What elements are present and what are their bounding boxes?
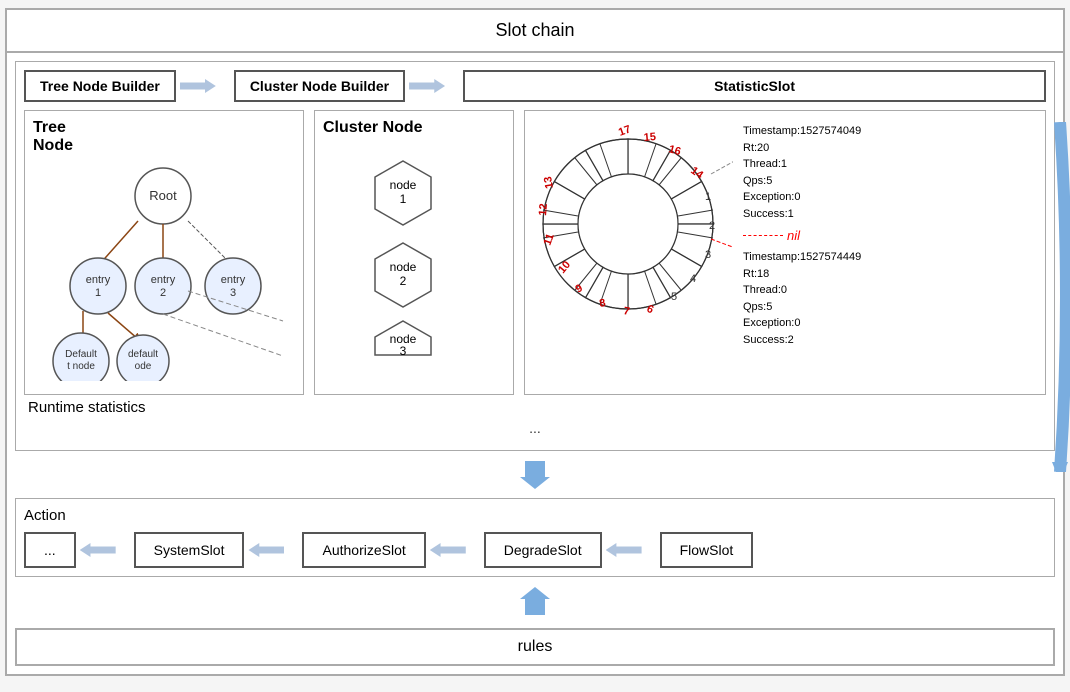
slot-chain-header: Slot chain bbox=[7, 10, 1063, 53]
stat2-success: Success:2 bbox=[743, 332, 861, 349]
svg-text:Root: Root bbox=[149, 188, 177, 203]
svg-text:5: 5 bbox=[671, 291, 677, 303]
stat2-timestamp: Timestamp:1527574449 bbox=[743, 249, 861, 266]
stat2-exception: Exception:0 bbox=[743, 315, 861, 332]
arrow-left-3 bbox=[430, 540, 480, 560]
svg-text:4: 4 bbox=[690, 273, 696, 285]
authorize-slot-box: AuthorizeSlot bbox=[302, 532, 425, 568]
svg-text:ode: ode bbox=[135, 361, 152, 372]
content-panels: TreeNode Root entry 1 bbox=[24, 110, 1046, 395]
svg-text:2: 2 bbox=[709, 220, 715, 232]
stat1-timestamp: Timestamp:1527574049 bbox=[743, 123, 861, 140]
svg-text:3: 3 bbox=[400, 344, 407, 358]
svg-text:node: node bbox=[390, 178, 417, 192]
arrow-right-2 bbox=[409, 76, 459, 96]
tree-node-builder-box: Tree Node Builder bbox=[24, 70, 176, 102]
slot-chain-title: Slot chain bbox=[495, 20, 574, 40]
stat-block-2: Timestamp:1527574449 Rt:18 Thread:0 Qps:… bbox=[743, 249, 861, 348]
up-arrow bbox=[15, 587, 1055, 620]
stat-area: .ring-seg { fill: white; stroke: #333; s… bbox=[533, 119, 1037, 358]
svg-text:3: 3 bbox=[230, 287, 236, 299]
top-section: Tree Node Builder Cluster Node Builder S… bbox=[15, 61, 1055, 451]
svg-text:node: node bbox=[390, 260, 417, 274]
stat1-qps: Qps:5 bbox=[743, 173, 861, 190]
stat-info: Timestamp:1527574049 Rt:20 Thread:1 Qps:… bbox=[743, 119, 861, 358]
svg-text:2: 2 bbox=[400, 274, 407, 288]
stat2-rt: Rt:18 bbox=[743, 266, 861, 283]
svg-text:t node: t node bbox=[67, 361, 95, 372]
outer-container: Slot chain Tree Node Builder Cluster Nod… bbox=[5, 8, 1065, 676]
action-label: Action bbox=[24, 507, 1046, 524]
arrow-left-4 bbox=[606, 540, 656, 560]
arrow-left-2 bbox=[248, 540, 298, 560]
action-boxes-row: ... SystemSlot AuthorizeSlot DegradeSlot… bbox=[24, 532, 1046, 568]
svg-text:entry: entry bbox=[221, 274, 246, 286]
svg-text:7: 7 bbox=[622, 305, 630, 318]
tree-svg: Root entry 1 entry 2 bbox=[33, 161, 293, 381]
main-area: Tree Node Builder Cluster Node Builder S… bbox=[7, 53, 1063, 674]
down-arrow-1 bbox=[15, 461, 1055, 494]
stat-block-1: Timestamp:1527574049 Rt:20 Thread:1 Qps:… bbox=[743, 123, 861, 222]
arrow-right-1 bbox=[180, 76, 230, 96]
svg-text:1: 1 bbox=[705, 191, 711, 203]
svg-text:Default: Default bbox=[65, 349, 97, 360]
rules-label: rules bbox=[518, 638, 553, 655]
rules-footer: rules bbox=[15, 628, 1055, 666]
big-right-arrow bbox=[1046, 122, 1070, 472]
degrade-slot-box: DegradeSlot bbox=[484, 532, 602, 568]
stat1-success: Success:1 bbox=[743, 206, 861, 223]
svg-text:15: 15 bbox=[643, 131, 656, 144]
svg-text:12: 12 bbox=[537, 203, 550, 216]
ellipsis-box: ... bbox=[24, 532, 76, 568]
svg-text:1: 1 bbox=[400, 192, 407, 206]
stat1-thread: Thread:1 bbox=[743, 156, 861, 173]
flow-slot-box: FlowSlot bbox=[660, 532, 754, 568]
svg-text:entry: entry bbox=[86, 274, 111, 286]
cluster-node-builder-box: Cluster Node Builder bbox=[234, 70, 405, 102]
svg-text:2: 2 bbox=[160, 287, 166, 299]
system-slot-box: SystemSlot bbox=[134, 532, 245, 568]
svg-text:17: 17 bbox=[617, 123, 633, 138]
stat2-thread: Thread:0 bbox=[743, 282, 861, 299]
cluster-svg: node 1 node 2 node 3 bbox=[323, 143, 483, 363]
stat1-rt: Rt:20 bbox=[743, 140, 861, 157]
dots-label: ... bbox=[24, 420, 1046, 436]
tree-panel: TreeNode Root entry 1 bbox=[24, 110, 304, 395]
runtime-label: Runtime statistics bbox=[28, 399, 1046, 416]
tree-panel-title: TreeNode bbox=[33, 119, 295, 155]
svg-text:3: 3 bbox=[705, 249, 711, 261]
ring-svg: .ring-seg { fill: white; stroke: #333; s… bbox=[533, 119, 733, 329]
arrow-left-1 bbox=[80, 540, 130, 560]
stat1-exception: Exception:0 bbox=[743, 189, 861, 206]
cluster-panel-title: Cluster Node bbox=[323, 119, 505, 137]
svg-text:entry: entry bbox=[151, 274, 176, 286]
svg-text:13: 13 bbox=[542, 175, 556, 189]
svg-text:default: default bbox=[128, 349, 158, 360]
svg-text:1: 1 bbox=[95, 287, 101, 299]
stat2-qps: Qps:5 bbox=[743, 299, 861, 316]
cluster-panel: Cluster Node node 1 node 2 node 3 bbox=[314, 110, 514, 395]
statistic-panel: .ring-seg { fill: white; stroke: #333; s… bbox=[524, 110, 1046, 395]
stat-nil: nil bbox=[743, 228, 861, 243]
top-boxes-row: Tree Node Builder Cluster Node Builder S… bbox=[24, 70, 1046, 102]
nil-label: nil bbox=[787, 228, 800, 243]
action-section: Action ... SystemSlot AuthorizeSlot Degr… bbox=[15, 498, 1055, 577]
statistic-slot-box: StatisticSlot bbox=[463, 70, 1046, 102]
